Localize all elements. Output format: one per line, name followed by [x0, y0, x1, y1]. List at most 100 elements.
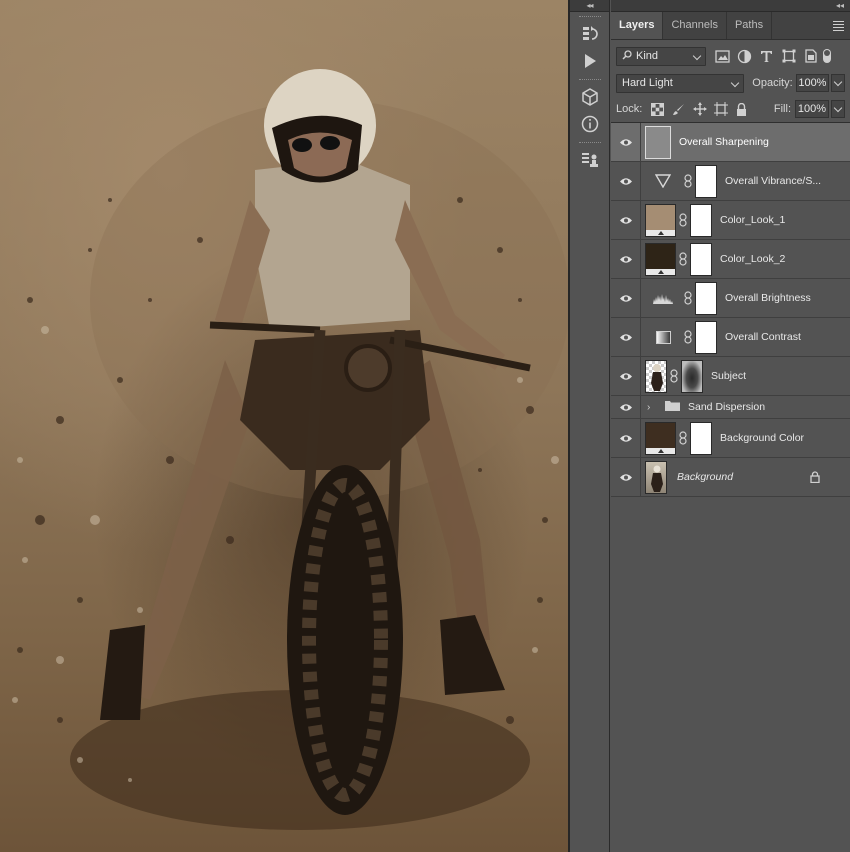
visibility-eye-icon[interactable] — [611, 396, 641, 418]
chain-link-icon[interactable] — [667, 369, 681, 383]
layer-name[interactable]: Overall Contrast — [725, 331, 801, 343]
panel-tabs: Layers Channels Paths — [611, 12, 850, 40]
grip-handle[interactable] — [578, 79, 601, 82]
chain-link-icon[interactable] — [676, 431, 690, 445]
history-icon[interactable] — [573, 22, 607, 46]
blend-mode-select[interactable]: Hard Light — [616, 73, 745, 93]
layer-row-background-color[interactable]: Background Color — [611, 419, 850, 458]
chain-link-icon[interactable] — [681, 291, 695, 305]
layer-name[interactable]: Color_Look_2 — [720, 253, 785, 265]
layers-list: Overall Sharpening Overall Vibrance/S...… — [611, 122, 850, 497]
lock-transparent-pixels-icon[interactable] — [650, 102, 665, 117]
grip-handle[interactable] — [578, 142, 601, 145]
clone-source-icon[interactable] — [573, 148, 607, 172]
lock-fill-row: Lock: Fill: 100% — [611, 96, 850, 122]
pixel-layer-filter-icon[interactable] — [714, 48, 731, 64]
opacity-dropdown-button[interactable] — [831, 74, 845, 92]
smart-object-filter-icon[interactable] — [802, 48, 819, 64]
color-fill-thumbnail — [645, 203, 676, 237]
play-actions-icon[interactable] — [573, 49, 607, 73]
vibrance-adjustment-icon — [645, 164, 681, 198]
panel-collapse-icon[interactable]: ◂◂ — [611, 0, 850, 12]
layer-name[interactable]: Background — [677, 471, 733, 483]
layer-name[interactable]: Overall Vibrance/S... — [725, 175, 821, 187]
layer-name[interactable]: Overall Sharpening — [679, 136, 769, 148]
layer-filter-row: Kind — [611, 42, 850, 70]
layer-mask-thumbnail[interactable] — [695, 320, 717, 354]
chevron-down-icon — [692, 51, 702, 60]
filter-kind-label: Kind — [636, 50, 659, 62]
chain-link-icon[interactable] — [681, 330, 695, 344]
opacity-label: Opacity: — [752, 77, 793, 89]
fill-dropdown-button[interactable] — [831, 100, 845, 118]
tab-channels[interactable]: Channels — [663, 12, 727, 39]
photo-artwork — [12, 69, 568, 830]
blend-mode-value: Hard Light — [622, 77, 673, 89]
fill-input[interactable]: 100% — [795, 100, 829, 118]
filter-kind-select[interactable]: Kind — [616, 46, 706, 66]
visibility-eye-icon[interactable] — [611, 318, 641, 356]
layer-row-overall-contrast[interactable]: Overall Contrast — [611, 318, 850, 357]
gradient-map-adjustment-icon — [645, 320, 681, 354]
subject-mask-thumbnail[interactable] — [681, 359, 703, 393]
visibility-eye-icon[interactable] — [611, 419, 641, 457]
layer-mask-thumbnail[interactable] — [690, 421, 712, 455]
lock-position-icon[interactable] — [692, 102, 707, 117]
layer-row-color-look-2[interactable]: Color_Look_2 — [611, 240, 850, 279]
search-icon — [622, 49, 632, 63]
visibility-eye-icon[interactable] — [611, 279, 641, 317]
layer-name[interactable]: Color_Look_1 — [720, 214, 785, 226]
layer-name[interactable]: Subject — [711, 370, 746, 382]
levels-adjustment-icon — [645, 281, 681, 315]
libraries-icon[interactable] — [573, 85, 607, 109]
layer-row-overall-sharpening[interactable]: Overall Sharpening — [611, 123, 850, 162]
folder-icon — [665, 400, 680, 414]
layer-row-overall-vibrance[interactable]: Overall Vibrance/S... — [611, 162, 850, 201]
layer-row-overall-brightness[interactable]: Overall Brightness — [611, 279, 850, 318]
visibility-eye-icon[interactable] — [611, 458, 641, 496]
chain-link-icon[interactable] — [681, 174, 695, 188]
color-fill-thumbnail — [645, 421, 676, 455]
visibility-eye-icon[interactable] — [611, 162, 641, 200]
visibility-eye-icon[interactable] — [611, 123, 641, 161]
grip-handle[interactable] — [578, 16, 601, 19]
tab-layers[interactable]: Layers — [611, 12, 664, 39]
visibility-eye-icon[interactable] — [611, 201, 641, 239]
lock-image-pixels-icon[interactable] — [671, 102, 686, 117]
panel-menu-icon[interactable] — [833, 21, 844, 33]
layer-group-sand-dispersion[interactable]: › Sand Dispersion — [611, 396, 850, 419]
visibility-eye-icon[interactable] — [611, 240, 641, 278]
layers-panel: ◂◂ Layers Channels Paths Kind Hard Light — [611, 0, 850, 852]
layer-mask-thumbnail[interactable] — [695, 164, 717, 198]
adjustment-layer-filter-icon[interactable] — [736, 48, 753, 64]
collapse-arrows-icon[interactable]: ◂◂ — [570, 0, 609, 12]
lock-artboard-icon[interactable] — [713, 102, 728, 117]
layer-name[interactable]: Overall Brightness — [725, 292, 811, 304]
chain-link-icon[interactable] — [676, 252, 690, 266]
filter-toggle-switch[interactable] — [823, 49, 831, 63]
layer-mask-thumbnail[interactable] — [690, 242, 712, 276]
blend-opacity-row: Hard Light Opacity: 100% — [611, 70, 850, 96]
layer-mask-thumbnail[interactable] — [690, 203, 712, 237]
layer-name[interactable]: Background Color — [720, 432, 804, 444]
layer-row-background[interactable]: Background — [611, 458, 850, 497]
shape-layer-filter-icon[interactable] — [780, 48, 797, 64]
background-thumbnail — [645, 460, 667, 494]
lock-all-icon[interactable] — [734, 102, 749, 117]
tab-paths[interactable]: Paths — [727, 12, 773, 39]
layer-name[interactable]: Sand Dispersion — [688, 401, 765, 413]
opacity-input[interactable]: 100% — [795, 74, 830, 92]
color-fill-thumbnail — [645, 242, 676, 276]
info-icon[interactable] — [573, 112, 607, 136]
visibility-eye-icon[interactable] — [611, 357, 641, 395]
type-layer-filter-icon[interactable] — [758, 48, 775, 64]
layer-row-color-look-1[interactable]: Color_Look_1 — [611, 201, 850, 240]
smart-object-thumbnail — [645, 125, 671, 159]
document-canvas[interactable] — [0, 0, 568, 852]
lock-icon[interactable] — [810, 471, 820, 486]
panel-dock-strip: ◂◂ — [570, 0, 610, 852]
layer-row-subject[interactable]: Subject — [611, 357, 850, 396]
layer-mask-thumbnail[interactable] — [695, 281, 717, 315]
chain-link-icon[interactable] — [676, 213, 690, 227]
chevron-right-icon[interactable]: › — [647, 402, 659, 413]
